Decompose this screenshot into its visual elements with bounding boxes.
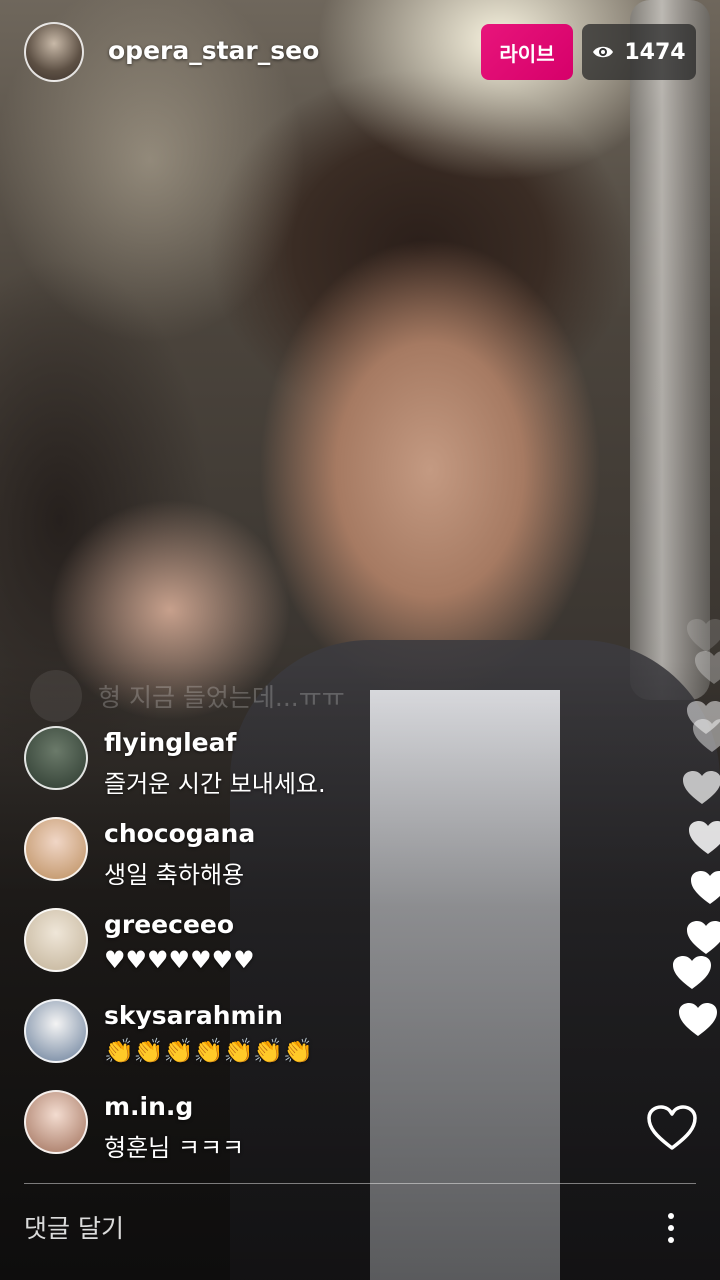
comment-text: 형훈님 ㅋㅋㅋ [104,1134,245,1162]
floating-heart-icon [687,921,720,954]
faded-comment-avatar [30,670,82,722]
comment-item: m.in.g 형훈님 ㅋㅋㅋ [24,1090,624,1181]
comment-username[interactable]: m.in.g [104,1092,193,1121]
comment-divider [24,1183,696,1184]
comment-avatar[interactable] [24,726,88,790]
viewer-count-badge[interactable]: 1474 [582,24,696,80]
live-badge-label: 라이브 [499,41,555,66]
more-vertical-icon[interactable] [656,1206,686,1250]
comment-item: chocogana 생일 축하해용 [24,817,624,908]
comment-username[interactable]: skysarahmin [104,1001,283,1030]
live-header: opera_star_seo 라이브 1474 [24,18,696,82]
heart-outline-icon[interactable] [646,1104,698,1152]
host-username[interactable]: opera_star_seo [108,36,319,65]
floating-heart-icon [689,821,720,854]
faded-comment-text: 형 지금 들었는데...ㅠㅠ [98,683,345,712]
comment-input[interactable]: 댓글 달기 [24,1208,584,1250]
floating-heart-icon [679,1003,717,1036]
comment-username[interactable]: chocogana [104,819,255,848]
host-avatar[interactable] [24,22,84,82]
comment-item: skysarahmin 👏👏👏👏👏👏👏 [24,999,624,1090]
comment-avatar[interactable] [24,999,88,1063]
comment-text: 👏👏👏👏👏👏👏 [104,1037,314,1065]
floating-heart-icon [691,871,720,904]
floating-hearts [630,600,720,1060]
floating-heart-icon [683,771,720,804]
comment-item: greeceeo ♥♥♥♥♥♥♥ [24,908,624,999]
viewer-count: 1474 [624,39,686,65]
floating-heart-icon [695,651,720,684]
floating-heart-icon [687,619,720,652]
comment-avatar[interactable] [24,908,88,972]
comment-username[interactable]: flyingleaf [104,728,236,757]
comment-avatar[interactable] [24,817,88,881]
comment-text: ♥♥♥♥♥♥♥ [104,946,255,974]
comment-avatar[interactable] [24,1090,88,1154]
floating-heart-icon [673,956,711,989]
floating-heart-icon [693,719,720,752]
comment-text: 생일 축하해용 [104,861,245,889]
live-badge: 라이브 [481,24,573,80]
eye-icon [593,46,614,58]
comment-item: flyingleaf 즐거운 시간 보내세요. [24,726,624,817]
comment-feed: flyingleaf 즐거운 시간 보내세요. chocogana 생일 축하해… [24,726,624,1181]
comment-text: 즐거운 시간 보내세요. [104,770,326,798]
faded-comment: 형 지금 들었는데...ㅠㅠ [30,670,345,722]
comment-username[interactable]: greeceeo [104,910,234,939]
background-pipe [630,0,710,700]
